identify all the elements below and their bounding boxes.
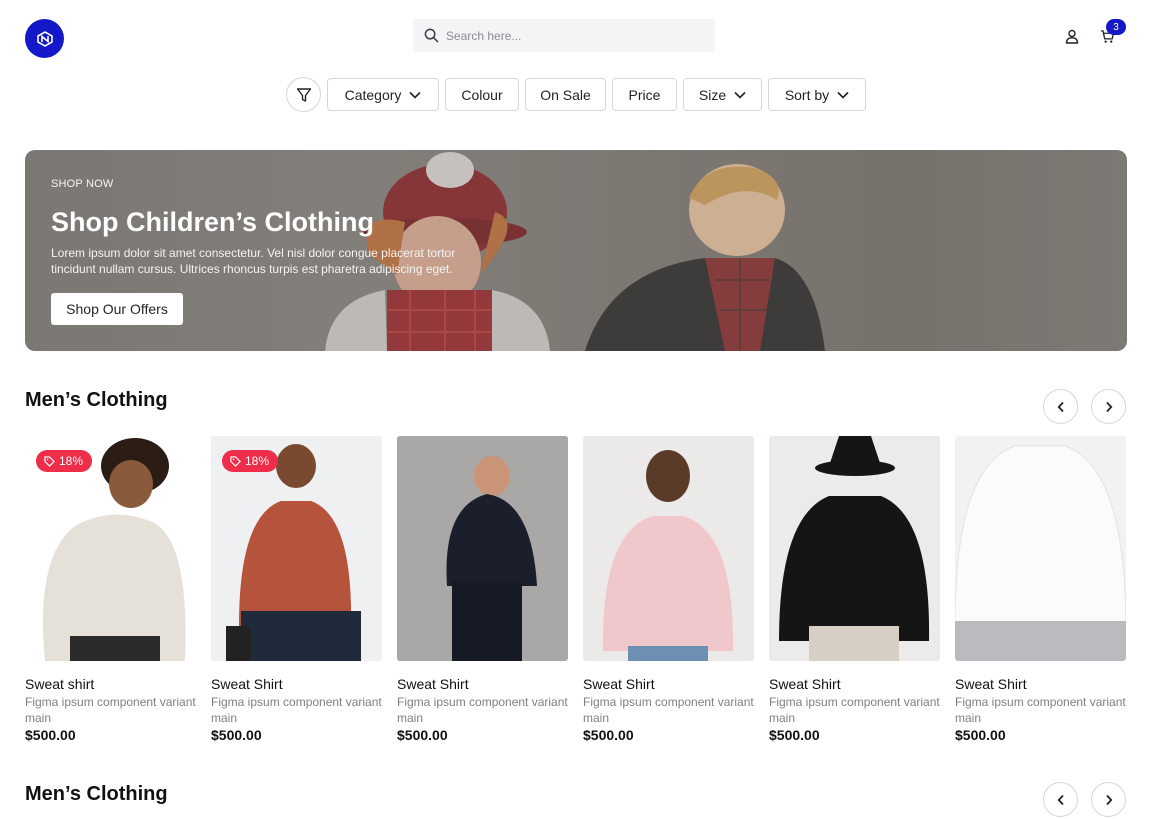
product-card[interactable]: Sweat Shirt Figma ipsum component varian… [769,436,940,743]
discount-badge: 18% [36,450,93,472]
filter-size-label: Size [698,86,727,103]
chevron-down-icon [409,91,421,99]
search-bar[interactable] [413,19,715,52]
tag-icon [230,455,241,467]
filter-category-label: Category [344,86,402,103]
sort-by-dropdown[interactable]: Sort by [768,78,866,111]
product-price: $500.00 [955,727,1006,743]
product-price: $500.00 [583,727,634,743]
tag-icon [44,455,55,467]
banner-description: Lorem ipsum dolor sit amet consectetur. … [51,246,456,276]
filter-price[interactable]: Price [612,78,677,111]
product-name[interactable]: Sweat Shirt [769,676,841,692]
filter-colour-label: Colour [461,86,503,103]
filter-button[interactable] [286,77,321,112]
filter-colour[interactable]: Colour [445,78,519,111]
search-icon [424,28,439,43]
product-description: Figma ipsum component variant main [211,695,382,725]
filter-category[interactable]: Category [327,78,439,111]
product-image[interactable] [397,436,568,661]
discount-value: 18% [59,454,84,468]
banner-kicker: SHOP NOW [51,178,114,190]
product-image[interactable] [583,436,754,661]
product-price: $500.00 [25,727,76,743]
product-name[interactable]: Sweat Shirt [397,676,469,692]
product-card[interactable]: Sweat Shirt Figma ipsum component varian… [583,436,754,743]
sort-by-label: Sort by [784,86,830,103]
cart-count-badge: 3 [1106,19,1126,35]
chevron-right-icon [1105,401,1112,412]
carousel-prev-button[interactable] [1043,782,1078,817]
product-image[interactable]: 18% [211,436,382,661]
product-description: Figma ipsum component variant main [955,695,1126,725]
product-description: Figma ipsum component variant main [583,695,754,725]
discount-value: 18% [245,454,270,468]
product-image[interactable]: 18% [25,436,196,661]
product-card[interactable]: Sweat Shirt Figma ipsum component varian… [955,436,1126,743]
carousel-prev-button[interactable] [1043,389,1078,424]
logo-mark-icon [36,30,53,47]
chevron-left-icon [1057,401,1064,412]
product-card[interactable]: 18% Sweat shirt Figma ipsum component va… [25,436,196,743]
banner-title: Shop Children’s Clothing [51,207,374,237]
hero-banner: SHOP NOW Shop Children’s Clothing Lorem … [25,150,1127,351]
filter-on-sale-label: On Sale [540,86,591,103]
carousel-next-button[interactable] [1091,389,1126,424]
product-name[interactable]: Sweat Shirt [955,676,1027,692]
filter-price-label: Price [628,86,661,103]
search-input[interactable] [446,28,686,43]
product-name[interactable]: Sweat Shirt [211,676,283,692]
brand-logo[interactable] [25,19,64,58]
user-icon [1065,29,1079,44]
filter-icon [296,87,311,102]
section-title-mens-clothing: Men’s Clothing [25,389,168,411]
chevron-down-icon [837,91,849,99]
product-name[interactable]: Sweat shirt [25,676,94,692]
shop-offers-button[interactable]: Shop Our Offers [51,293,183,325]
discount-badge: 18% [222,450,279,472]
product-card[interactable]: 18% Sweat Shirt Figma ipsum component va… [211,436,382,743]
product-image[interactable] [955,436,1126,661]
section-title-mens-clothing: Men’s Clothing [25,783,168,805]
product-price: $500.00 [769,727,820,743]
product-description: Figma ipsum component variant main [397,695,568,725]
filter-on-sale[interactable]: On Sale [525,78,606,111]
product-image[interactable] [769,436,940,661]
filter-size[interactable]: Size [683,78,762,111]
product-price: $500.00 [211,727,262,743]
carousel-next-button[interactable] [1091,782,1126,817]
chevron-right-icon [1105,794,1112,805]
product-description: Figma ipsum component variant main [769,695,940,725]
product-card[interactable]: Sweat Shirt Figma ipsum component varian… [397,436,568,743]
chevron-down-icon [734,91,746,99]
account-button[interactable] [1062,26,1082,46]
product-name[interactable]: Sweat Shirt [583,676,655,692]
product-description: Figma ipsum component variant main [25,695,196,725]
product-price: $500.00 [397,727,448,743]
chevron-left-icon [1057,794,1064,805]
